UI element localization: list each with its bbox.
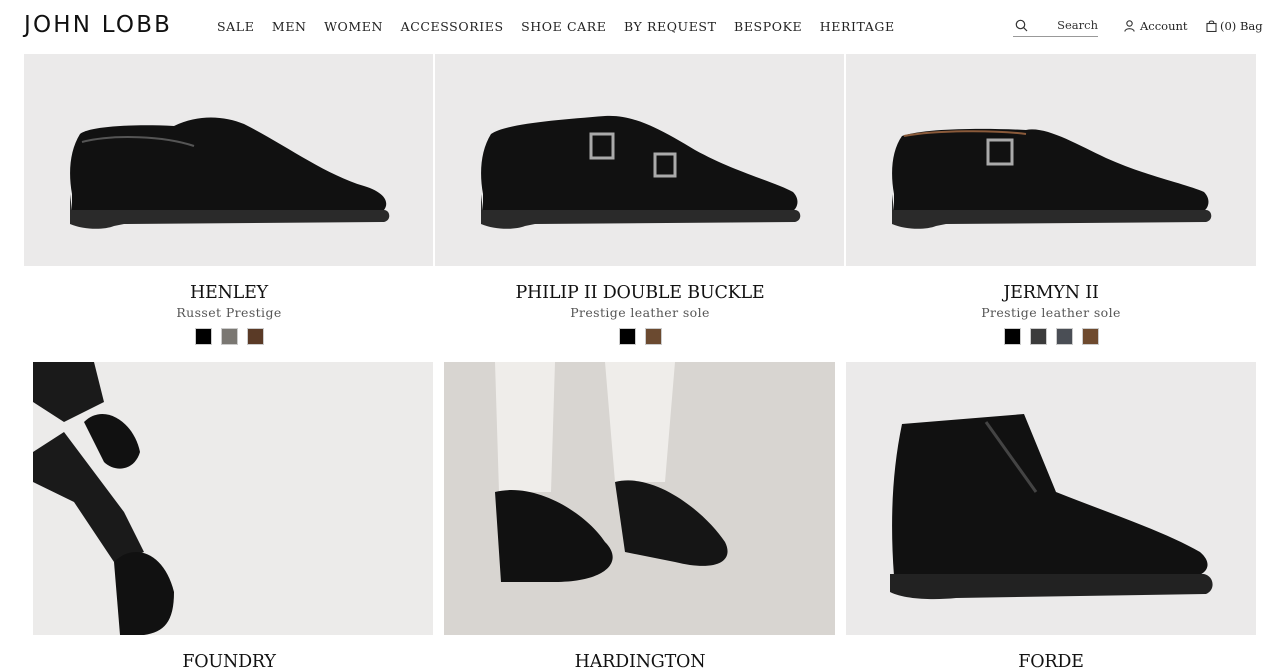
shoe-photo: [70, 117, 390, 229]
bag-label: (0) Bag: [1220, 19, 1263, 33]
color-swatch[interactable]: [1003, 328, 1021, 345]
account-link[interactable]: Account: [1124, 19, 1188, 33]
product-name[interactable]: PHILIP II DOUBLE BUCKLE: [435, 283, 845, 303]
nav-by-request[interactable]: BY REQUEST: [624, 19, 717, 34]
color-swatch[interactable]: [194, 328, 212, 345]
lifestyle-photo: [495, 362, 728, 582]
nav-men[interactable]: MEN: [272, 19, 307, 34]
nav-women[interactable]: WOMEN: [324, 19, 383, 34]
product-subtitle: Russet Prestige: [176, 305, 282, 320]
user-icon: [1124, 20, 1135, 32]
product-name[interactable]: FOUNDRY: [24, 652, 434, 670]
shopping-bag-icon: [1206, 20, 1217, 32]
search-icon: [1015, 19, 1028, 32]
nav-bespoke[interactable]: BESPOKE: [734, 19, 802, 34]
color-swatch[interactable]: [220, 328, 238, 345]
product-name[interactable]: HENLEY: [24, 283, 434, 303]
boot-photo: [890, 414, 1213, 600]
product-name[interactable]: HARDINGTON: [435, 652, 845, 670]
product-image-forde[interactable]: [846, 362, 1256, 635]
color-swatch[interactable]: [1081, 328, 1099, 345]
nav-shoe-care[interactable]: SHOE CARE: [521, 19, 606, 34]
search-input[interactable]: Search: [1013, 16, 1098, 37]
lifestyle-photo: [33, 362, 174, 635]
color-swatch[interactable]: [1055, 328, 1073, 345]
product-subtitle: Prestige leather sole: [981, 305, 1121, 320]
product-subtitle: Prestige leather sole: [570, 305, 710, 320]
product-image-philip-ii[interactable]: [435, 54, 844, 266]
bag-link[interactable]: (0) Bag: [1206, 19, 1263, 33]
product-image-jermyn-ii[interactable]: [846, 54, 1256, 266]
shoe-photo: [481, 115, 801, 229]
site-header: JOHN LOBB SALE MEN WOMEN ACCESSORIES SHO…: [0, 0, 1280, 54]
shoe-photo: [892, 128, 1212, 229]
product-name[interactable]: JERMYN II: [846, 283, 1256, 303]
product-image-henley[interactable]: [24, 54, 433, 266]
search-placeholder: Search: [1057, 18, 1098, 32]
nav-sale[interactable]: SALE: [217, 19, 254, 34]
brand-logo[interactable]: JOHN LOBB: [24, 12, 172, 38]
color-swatches: [435, 328, 845, 345]
account-label: Account: [1140, 19, 1188, 33]
color-swatch[interactable]: [644, 328, 662, 345]
product-image-foundry[interactable]: [24, 362, 433, 635]
color-swatch[interactable]: [618, 328, 636, 345]
color-swatch[interactable]: [246, 328, 264, 345]
color-swatches: [24, 328, 434, 345]
product-name[interactable]: FORDE: [846, 652, 1256, 670]
nav-accessories[interactable]: ACCESSORIES: [401, 19, 504, 34]
product-image-hardington[interactable]: [435, 362, 844, 635]
color-swatch[interactable]: [1029, 328, 1047, 345]
nav-heritage[interactable]: HERITAGE: [820, 19, 895, 34]
main-nav: SALE MEN WOMEN ACCESSORIES SHOE CARE BY …: [217, 19, 895, 34]
color-swatches: [846, 328, 1256, 345]
